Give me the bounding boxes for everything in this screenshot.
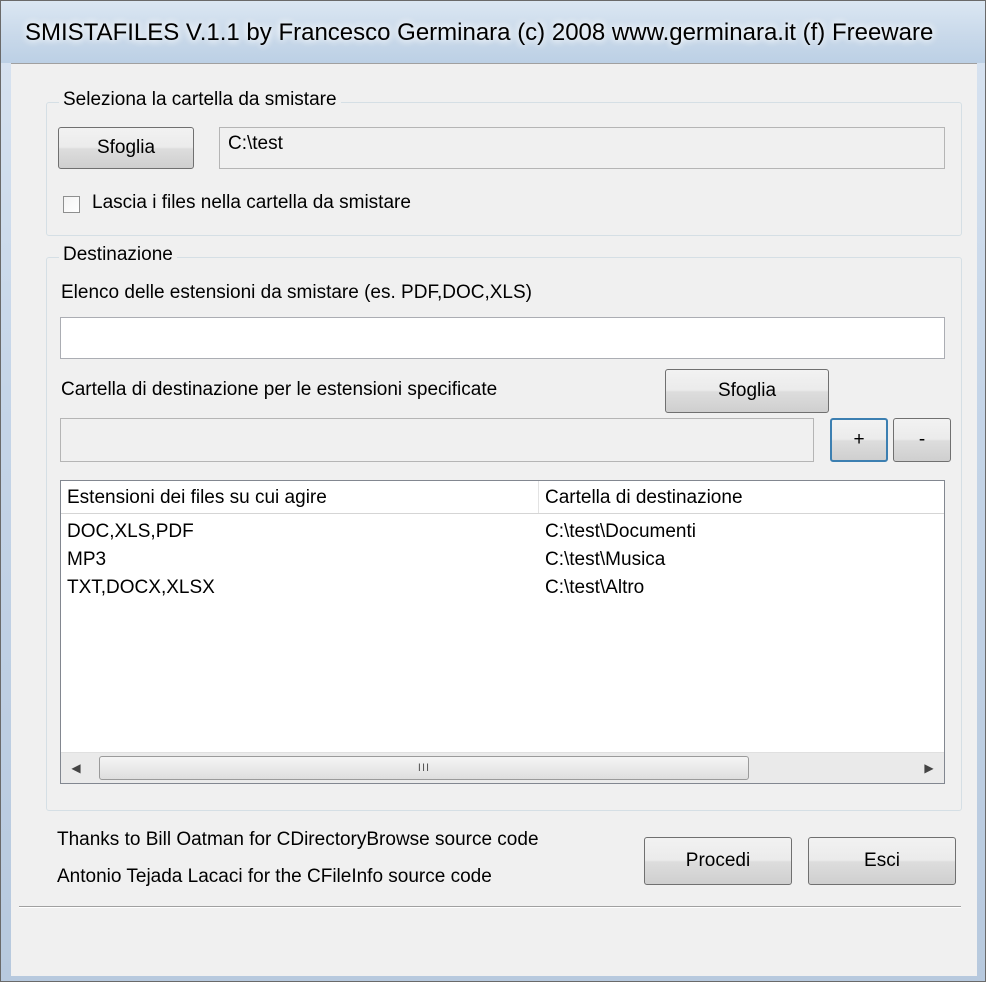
dest-browse-button[interactable]: Sfoglia — [665, 369, 829, 413]
extensions-input[interactable] — [60, 317, 945, 359]
column-header-destination[interactable]: Cartella di destinazione — [539, 481, 946, 513]
add-rule-button[interactable]: + — [830, 418, 888, 462]
remove-rule-button[interactable]: - — [893, 418, 951, 462]
source-group-legend: Seleziona la cartella da smistare — [59, 89, 341, 111]
rules-table[interactable]: Estensioni dei files su cui agire Cartel… — [60, 480, 945, 784]
row-destination-cell: C:\test\Documenti — [545, 521, 696, 542]
row-destination-cell: C:\test\Musica — [545, 549, 666, 570]
credit-line-2: Antonio Tejada Lacaci for the CFileInfo … — [57, 866, 492, 887]
destination-group-legend: Destinazione — [59, 244, 177, 266]
title-bar[interactable]: SMISTAFILES V.1.1 by Francesco Germinara… — [1, 1, 985, 63]
app-window: SMISTAFILES V.1.1 by Francesco Germinara… — [0, 0, 986, 982]
table-row[interactable]: DOC,XLS,PDF C:\test\Documenti — [61, 521, 944, 549]
proceed-button[interactable]: Procedi — [644, 837, 792, 885]
dest-folder-field[interactable] — [60, 418, 814, 462]
table-row[interactable]: TXT,DOCX,XLSX C:\test\Altro — [61, 577, 944, 605]
table-row[interactable]: MP3 C:\test\Musica — [61, 549, 944, 577]
extensions-label: Elenco delle estensioni da smistare (es.… — [61, 282, 532, 303]
source-path-field[interactable]: C:\test — [219, 127, 945, 169]
keep-files-checkbox[interactable] — [63, 196, 80, 213]
scroll-thumb[interactable]: III — [99, 756, 749, 780]
destination-group: Destinazione Elenco delle estensioni da … — [46, 244, 962, 811]
exit-button[interactable]: Esci — [808, 837, 956, 885]
source-folder-group: Seleziona la cartella da smistare Sfogli… — [46, 89, 962, 236]
footer-divider — [19, 906, 961, 908]
credit-line-1: Thanks to Bill Oatman for CDirectoryBrow… — [57, 829, 539, 850]
dest-folder-label: Cartella di destinazione per le estensio… — [61, 379, 498, 400]
scroll-right-icon[interactable]: ▶ — [914, 753, 944, 783]
scroll-left-icon[interactable]: ◀ — [61, 753, 91, 783]
row-destination-cell: C:\test\Altro — [545, 577, 645, 598]
column-header-extensions[interactable]: Estensioni dei files su cui agire — [61, 481, 539, 513]
window-title: SMISTAFILES V.1.1 by Francesco Germinara… — [25, 19, 934, 46]
source-browse-button[interactable]: Sfoglia — [58, 127, 194, 169]
row-extensions-cell: TXT,DOCX,XLSX — [67, 577, 215, 598]
client-area: Seleziona la cartella da smistare Sfogli… — [11, 63, 977, 976]
row-extensions-cell: DOC,XLS,PDF — [67, 521, 194, 542]
keep-files-label[interactable]: Lascia i files nella cartella da smistar… — [92, 192, 411, 214]
row-extensions-cell: MP3 — [67, 549, 107, 570]
table-header: Estensioni dei files su cui agire Cartel… — [61, 481, 944, 514]
horizontal-scrollbar[interactable]: ◀ III ▶ — [61, 752, 944, 783]
